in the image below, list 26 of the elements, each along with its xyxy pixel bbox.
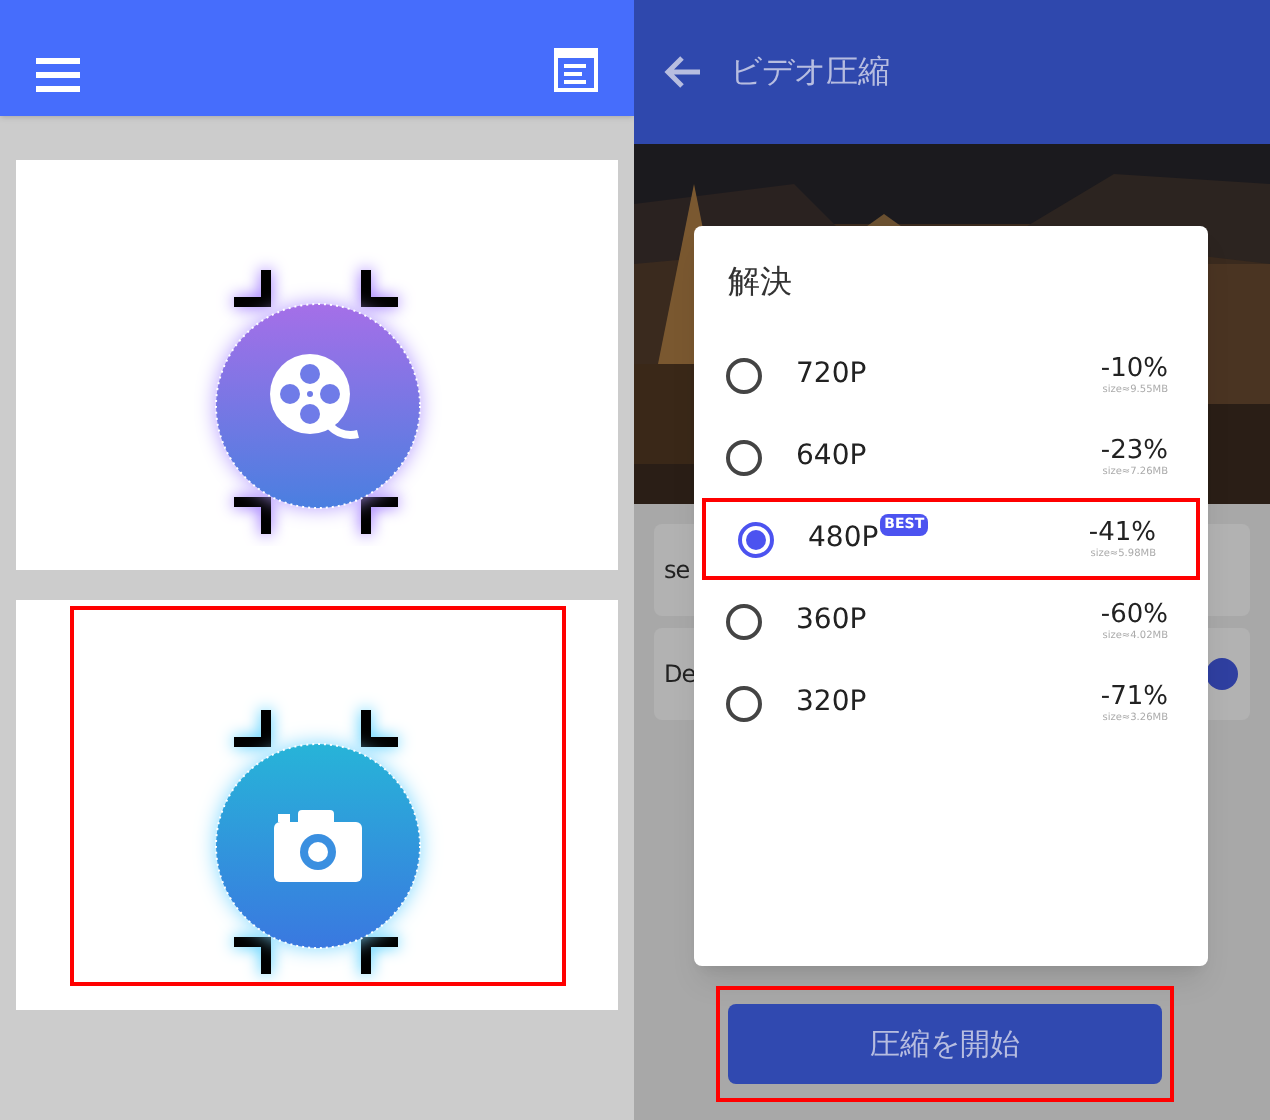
toggle-knob-icon <box>1206 658 1238 690</box>
resolution-label: 720P <box>796 356 867 394</box>
document-icon[interactable] <box>554 48 598 92</box>
size-reduction: -23% <box>1100 435 1168 465</box>
size-reduction: -41% <box>1088 517 1156 547</box>
resolution-label: 480P <box>808 520 879 558</box>
radio-button[interactable] <box>726 685 762 721</box>
resolution-label: 640P <box>796 438 867 476</box>
size-reduction: -60% <box>1100 599 1168 629</box>
row-label: De <box>664 658 696 692</box>
size-reduction: -10% <box>1100 353 1168 383</box>
mode-card[interactable] <box>16 600 618 1010</box>
resolution-label: 360P <box>796 602 867 640</box>
mode-card[interactable] <box>16 160 618 570</box>
radio-button[interactable] <box>738 521 774 557</box>
size-reduction: -71% <box>1100 681 1168 711</box>
radio-button[interactable] <box>726 357 762 393</box>
back-arrow-icon[interactable] <box>662 54 702 90</box>
radio-button[interactable] <box>726 603 762 639</box>
dialog-title: 解決 <box>726 260 794 304</box>
screen-title: ビデオ圧縮 <box>730 50 890 94</box>
radio-button[interactable] <box>726 439 762 475</box>
row-label: se <box>664 554 690 588</box>
start-compression-button[interactable]: 圧縮を開始 <box>728 1004 1162 1084</box>
resolution-label: 320P <box>796 684 867 722</box>
menu-icon[interactable] <box>36 56 80 92</box>
